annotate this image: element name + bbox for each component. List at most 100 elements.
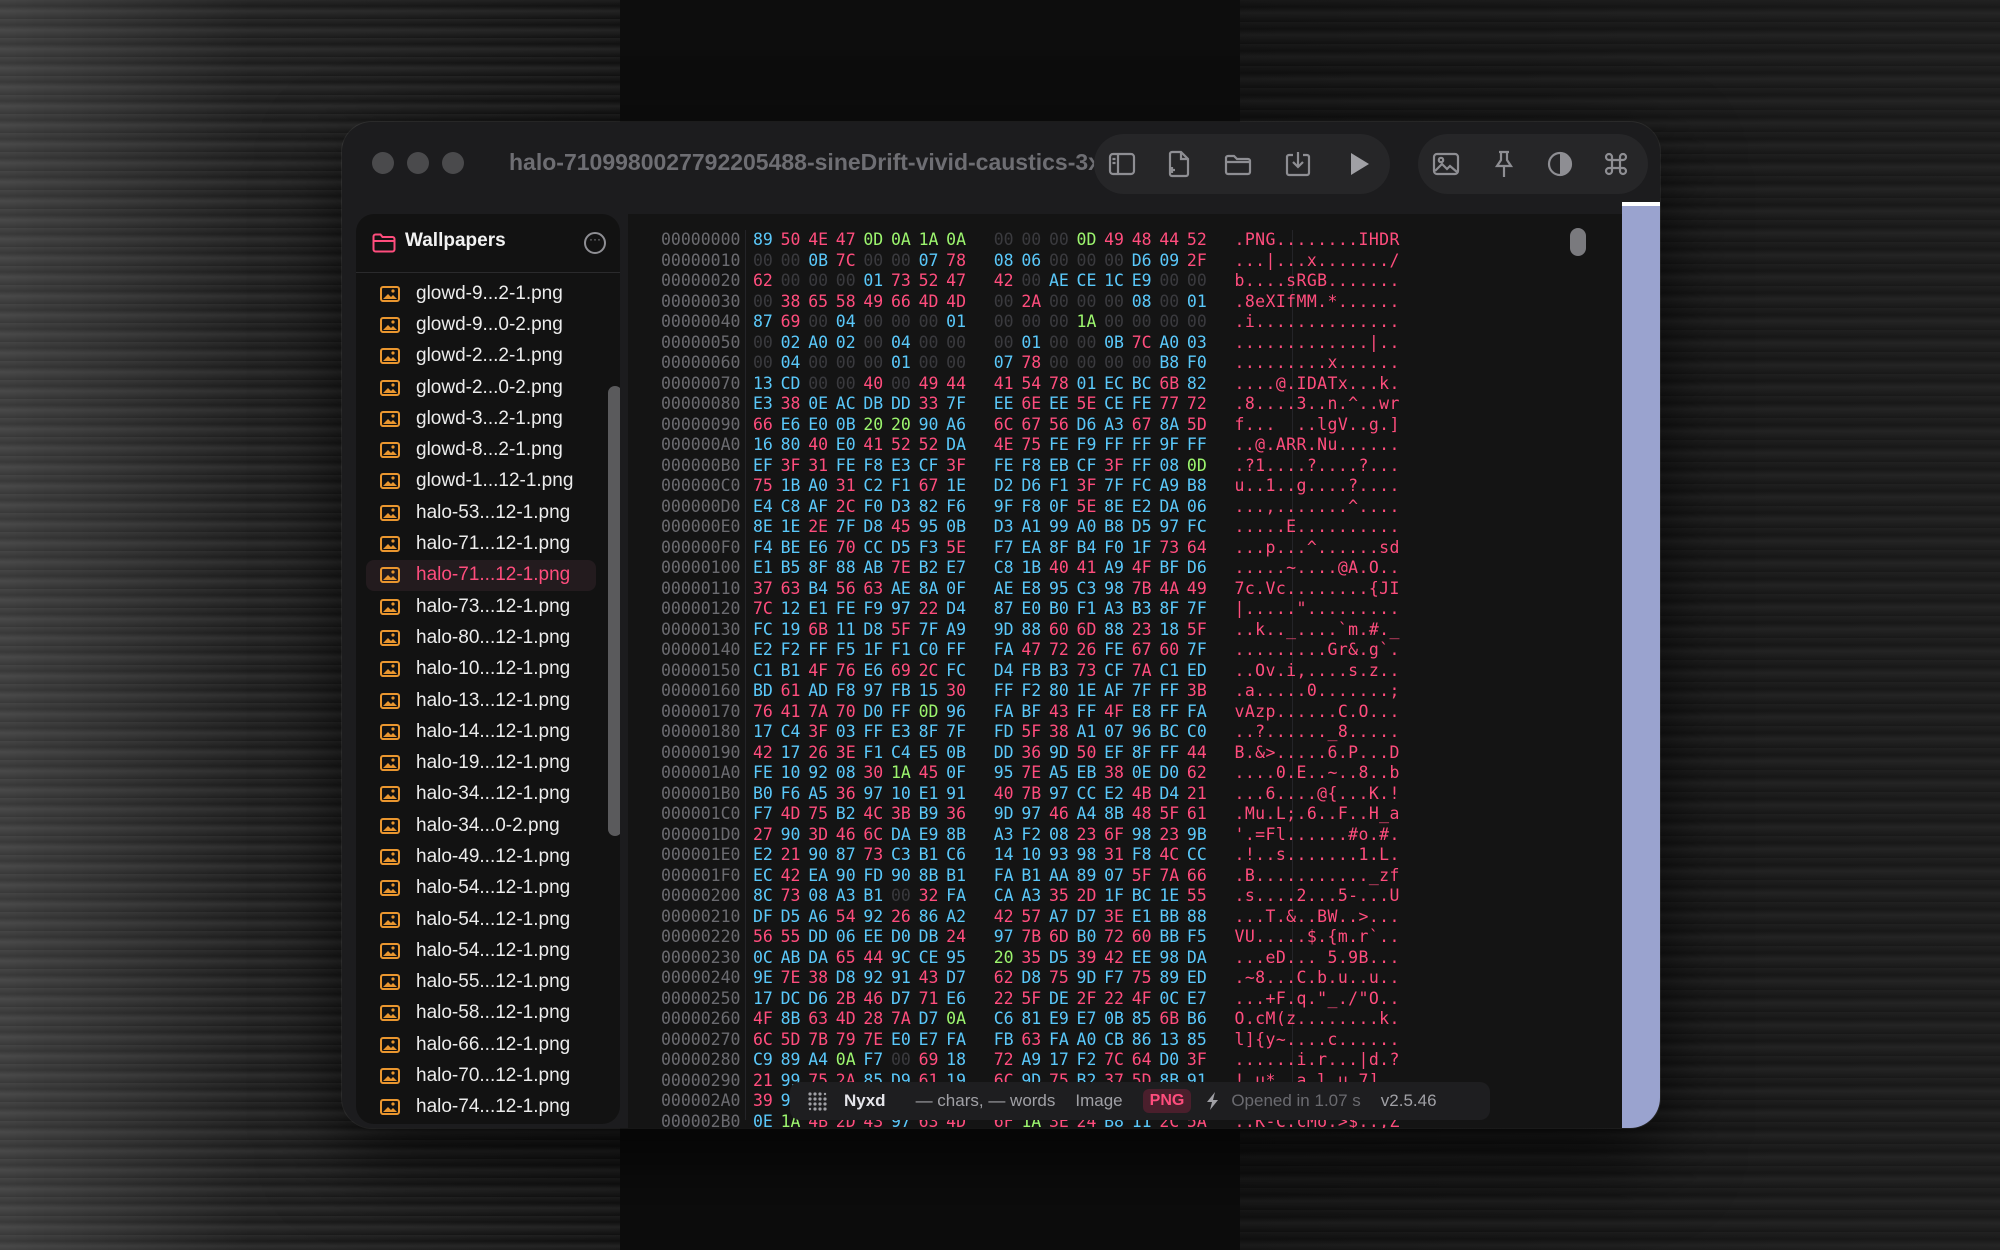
file-list-item[interactable]: halo-74...12-1.png bbox=[366, 1092, 596, 1123]
image-icon[interactable] bbox=[1430, 148, 1462, 180]
hex-row[interactable]: 00000040 87 69 00 04 00 00 00 01 00 00 00 1A 00 00 00 00… bbox=[661, 312, 1411, 333]
hex-byte: E0 bbox=[890, 1029, 911, 1049]
file-list-item[interactable]: halo-54...12-1.png bbox=[366, 935, 596, 966]
hex-row[interactable]: 00000120 7C 12 E1 FE F9 97 22 D4 87 E0 B0 F1 A3 B3 8F 7F… bbox=[661, 599, 1411, 620]
minimize-window-button[interactable] bbox=[407, 152, 429, 174]
zoom-window-button[interactable] bbox=[442, 152, 464, 174]
hex-row[interactable]: 000000F0 F4 BE E6 70 CC D5 F3 5E F7 EA 8F B4 F0 1F 73 64… bbox=[661, 538, 1411, 559]
hex-row[interactable]: 00000160 BD 61 AD F8 97 FB 15 30 FF F2 80 1E AF 7F FF 3B… bbox=[661, 681, 1411, 702]
hex-row[interactable]: 00000050 00 02 A0 02 00 04 00 00 00 01 00 00 0B 7C A0 03… bbox=[661, 333, 1411, 354]
folder-icon[interactable] bbox=[1222, 148, 1254, 180]
hex-row[interactable]: 00000030 00 38 65 58 49 66 4D 4D 00 2A 00 00 00 08 00 01… bbox=[661, 292, 1411, 313]
file-list-item[interactable]: halo-71...12-1.png bbox=[366, 559, 596, 591]
hex-byte: 98 bbox=[1076, 845, 1097, 864]
hex-row[interactable]: 000001A0 FE 10 92 08 30 1A 45 0F 95 7E A5 EB 38 0E D0 62… bbox=[661, 763, 1411, 784]
file-list-item[interactable]: halo-34...0-2.png bbox=[366, 810, 596, 841]
hex-row[interactable]: 00000140 E2 F2 FF F5 1F F1 C0 FF FA 47 72 26 FE 67 60 7F… bbox=[661, 640, 1411, 661]
file-list-item[interactable]: halo-54...12-1.png bbox=[366, 904, 596, 935]
hex-row[interactable]: 00000230 0C AB DA 65 44 9C CE 95 20 35 D5 39 42 EE 98 DA… bbox=[661, 948, 1411, 969]
hex-row[interactable]: 000001B0 B0 F6 A5 36 97 10 E1 91 40 7B 97 CC E2 4B D4 21… bbox=[661, 784, 1411, 805]
hex-row[interactable]: 000001F0 EC 42 EA 90 FD 90 8B B1 FA B1 AA 89 07 5F 7A 66… bbox=[661, 866, 1411, 887]
hex-row[interactable]: 000001E0 E2 21 90 87 73 C3 B1 C6 14 10 93 98 31 F8 4C CC… bbox=[661, 845, 1411, 866]
hex-row[interactable]: 00000060 00 04 00 00 00 01 00 00 07 78 00 00 00 00 B8 F0… bbox=[661, 353, 1411, 374]
file-list-item[interactable]: glowd-2...2-1.png bbox=[366, 341, 596, 372]
hex-row[interactable]: 000001D0 27 90 3D 46 6C DA E9 8B A3 F2 08 23 6F 98 23 9B… bbox=[661, 825, 1411, 846]
file-list-item[interactable]: glowd-9...2-1.png bbox=[366, 278, 596, 309]
new-file-icon[interactable] bbox=[1162, 148, 1194, 180]
file-list-item[interactable]: halo-19...12-1.png bbox=[366, 747, 596, 778]
hex-row[interactable]: 000000A0 16 80 40 E0 41 52 52 DA 4E 75 FE F9 FF FF 9F FF… bbox=[661, 435, 1411, 456]
app-logo-icon bbox=[808, 1092, 827, 1111]
play-icon[interactable] bbox=[1342, 148, 1374, 180]
file-list-item[interactable]: halo-73...12-1.png bbox=[366, 591, 596, 622]
hex-row[interactable]: 00000250 17 DC D6 2B 46 D7 71 E6 22 5F DE 2F 22 4F 0C E7… bbox=[661, 989, 1411, 1010]
file-list-item[interactable]: glowd-1...12-1.png bbox=[366, 466, 596, 497]
hex-byte: AE bbox=[993, 578, 1014, 598]
hex-row[interactable]: 00000260 4F 8B 63 4D 28 7A D7 0A C6 81 E9 E7 0B 85 6B B6… bbox=[661, 1009, 1411, 1030]
hex-byte: 3D bbox=[808, 824, 829, 844]
sidebar-icon[interactable] bbox=[1106, 148, 1138, 180]
file-list-item[interactable]: halo-10...12-1.png bbox=[366, 654, 596, 685]
hex-row[interactable]: 00000020 62 00 00 00 01 73 52 47 42 00 AE CE 1C E9 00 00… bbox=[661, 271, 1411, 292]
file-list-item[interactable]: halo-54...12-1.png bbox=[366, 873, 596, 904]
hex-row[interactable]: 00000150 C1 B1 4F 76 E6 69 2C FC D4 FB B3 73 CF 7A C1 ED… bbox=[661, 661, 1411, 682]
file-list-item[interactable]: halo-13...12-1.png bbox=[366, 685, 596, 716]
file-list-item[interactable]: halo-66...12-1.png bbox=[366, 1029, 596, 1060]
file-list-item[interactable]: halo-70...12-1.png bbox=[366, 1060, 596, 1091]
file-list-item[interactable]: halo-34...12-1.png bbox=[366, 779, 596, 810]
hex-row[interactable]: 00000180 17 C4 3F 03 FF E3 8F 7F FD 5F 38 A1 07 96 BC C0… bbox=[661, 722, 1411, 743]
hex-row[interactable]: 00000220 56 55 DD 06 EE D0 DB 24 97 7B 6D B0 72 60 BB F5… bbox=[661, 927, 1411, 948]
hex-row[interactable]: 00000190 42 17 26 3E F1 C4 E5 0B DD 36 9D 50 EF 8F FF 44… bbox=[661, 743, 1411, 764]
hex-row[interactable]: 000000E0 8E 1E 2E 7F D8 45 95 0B D3 A1 99 A0 B8 D5 97 FC… bbox=[661, 517, 1411, 538]
hex-ascii: ..Ov.i,....s.z.. bbox=[1234, 660, 1400, 680]
contrast-icon[interactable] bbox=[1544, 148, 1576, 180]
file-list-item[interactable]: halo-71...12-1.png bbox=[366, 528, 596, 559]
file-list-item[interactable]: halo-80...12-1.png bbox=[366, 622, 596, 653]
more-options-icon[interactable]: ··· bbox=[584, 232, 606, 254]
hex-byte: BF bbox=[1159, 558, 1180, 577]
hex-row[interactable]: 00000100 E1 B5 8F 88 AB 7E B2 E7 C8 1B 40 41 A9 4F BF D6… bbox=[661, 558, 1411, 579]
file-list-item[interactable]: glowd-9...0-2.png bbox=[366, 309, 596, 340]
hex-row[interactable]: 00000110 37 63 B4 56 63 AE 8A 0F AE E8 95 C3 98 7B 4A 49… bbox=[661, 579, 1411, 600]
file-list-item[interactable]: glowd-3...2-1.png bbox=[366, 403, 596, 434]
hex-row[interactable]: 000000D0 E4 C8 AF 2C F0 D3 82 F6 9F F8 0F 5E 8E E2 DA 06… bbox=[661, 497, 1411, 518]
file-list-item[interactable]: halo-49...12-1.png bbox=[366, 841, 596, 872]
hex-row[interactable]: 00000210 DF D5 A6 54 92 26 86 A2 42 57 A7 D7 3E E1 BB 88… bbox=[661, 907, 1411, 928]
file-list-item[interactable]: glowd-2...0-2.png bbox=[366, 372, 596, 403]
hex-row[interactable]: 00000240 9E 7E 38 D8 92 91 43 D7 62 D8 75 9D F7 75 89 ED… bbox=[661, 968, 1411, 989]
hex-byte: 4F bbox=[808, 660, 829, 680]
command-icon[interactable] bbox=[1600, 148, 1632, 180]
hex-row[interactable]: 00000090 66 E6 E0 0B 20 20 90 A6 6C 67 56 D6 A3 67 8A 5D… bbox=[661, 415, 1411, 436]
file-list-item[interactable]: halo-14...12-1.png bbox=[366, 716, 596, 747]
sidebar-title: Wallpapers bbox=[405, 230, 506, 251]
hex-row[interactable]: 00000080 E3 38 0E AC DB DD 33 7F EE 6E EE 5E CE FE 77 72… bbox=[661, 394, 1411, 415]
hex-byte: EE bbox=[1048, 394, 1069, 413]
hex-offset: 00000220 bbox=[661, 927, 741, 946]
hex-byte: 37 bbox=[753, 578, 773, 598]
hex-row[interactable]: 000000C0 75 1B A0 31 C2 F1 67 1E D2 D6 F1 3F 7F FC A9 B8… bbox=[661, 476, 1411, 497]
file-list-item[interactable]: halo-58...12-1.png bbox=[366, 998, 596, 1029]
hex-row[interactable]: 00000000 89 50 4E 47 0D 0A 1A 0A 00 00 00 0D 49 48 44 52… bbox=[661, 230, 1411, 251]
hex-row[interactable]: 00000200 8C 73 08 A3 B1 00 32 FA CA A3 35 2D 1F BC 1E 55… bbox=[661, 886, 1411, 907]
hex-offset: 00000120 bbox=[661, 599, 741, 618]
hex-row[interactable]: 00000070 13 CD 00 00 40 00 49 44 41 54 78 01 EC BC 6B 82… bbox=[661, 374, 1411, 395]
hex-row[interactable]: 00000170 76 41 7A 70 D0 FF 0D 96 FA BF 43 FF 4F E8 FF FA… bbox=[661, 702, 1411, 723]
hex-scrollbar[interactable] bbox=[1570, 228, 1586, 256]
hex-row[interactable]: 00000010 00 00 0B 7C 00 00 07 78 08 06 00 00 00 D6 09 2F… bbox=[661, 251, 1411, 272]
file-list-item[interactable]: halo-55...12-1.png bbox=[366, 967, 596, 998]
pin-icon[interactable] bbox=[1488, 148, 1520, 180]
hex-byte: 14 bbox=[993, 845, 1014, 864]
hex-byte: 55 bbox=[1186, 886, 1207, 905]
hex-byte: D6 bbox=[1021, 476, 1042, 495]
download-icon[interactable] bbox=[1282, 148, 1314, 180]
hex-row[interactable]: 000001C0 F7 4D 75 B2 4C 3B B9 36 9D 97 46 A4 8B 48 5F 61… bbox=[661, 804, 1411, 825]
hex-row[interactable]: 00000130 FC 19 6B 11 D8 5F 7F A9 9D 88 60 6D 88 23 18 5F… bbox=[661, 620, 1411, 641]
sidebar-scrollbar[interactable] bbox=[608, 386, 620, 836]
hex-row[interactable]: 000000B0 EF 3F 31 FE F8 E3 CF 3F FE F8 EB CF 3F FF 08 0D… bbox=[661, 456, 1411, 477]
hex-row[interactable]: 00000270 6C 5D 7B 79 7E E0 E7 FA FB 63 FA A0 CB 86 13 85… bbox=[661, 1030, 1411, 1051]
hex-byte: 47 bbox=[946, 271, 967, 290]
close-window-button[interactable] bbox=[372, 152, 394, 174]
hex-row[interactable]: 00000280 C9 89 A4 0A F7 00 69 18 72 A9 17 F2 7C 64 D0 3F… bbox=[661, 1050, 1411, 1071]
file-list-item[interactable]: halo-53...12-1.png bbox=[366, 497, 596, 528]
file-list-item[interactable]: glowd-8...2-1.png bbox=[366, 434, 596, 465]
